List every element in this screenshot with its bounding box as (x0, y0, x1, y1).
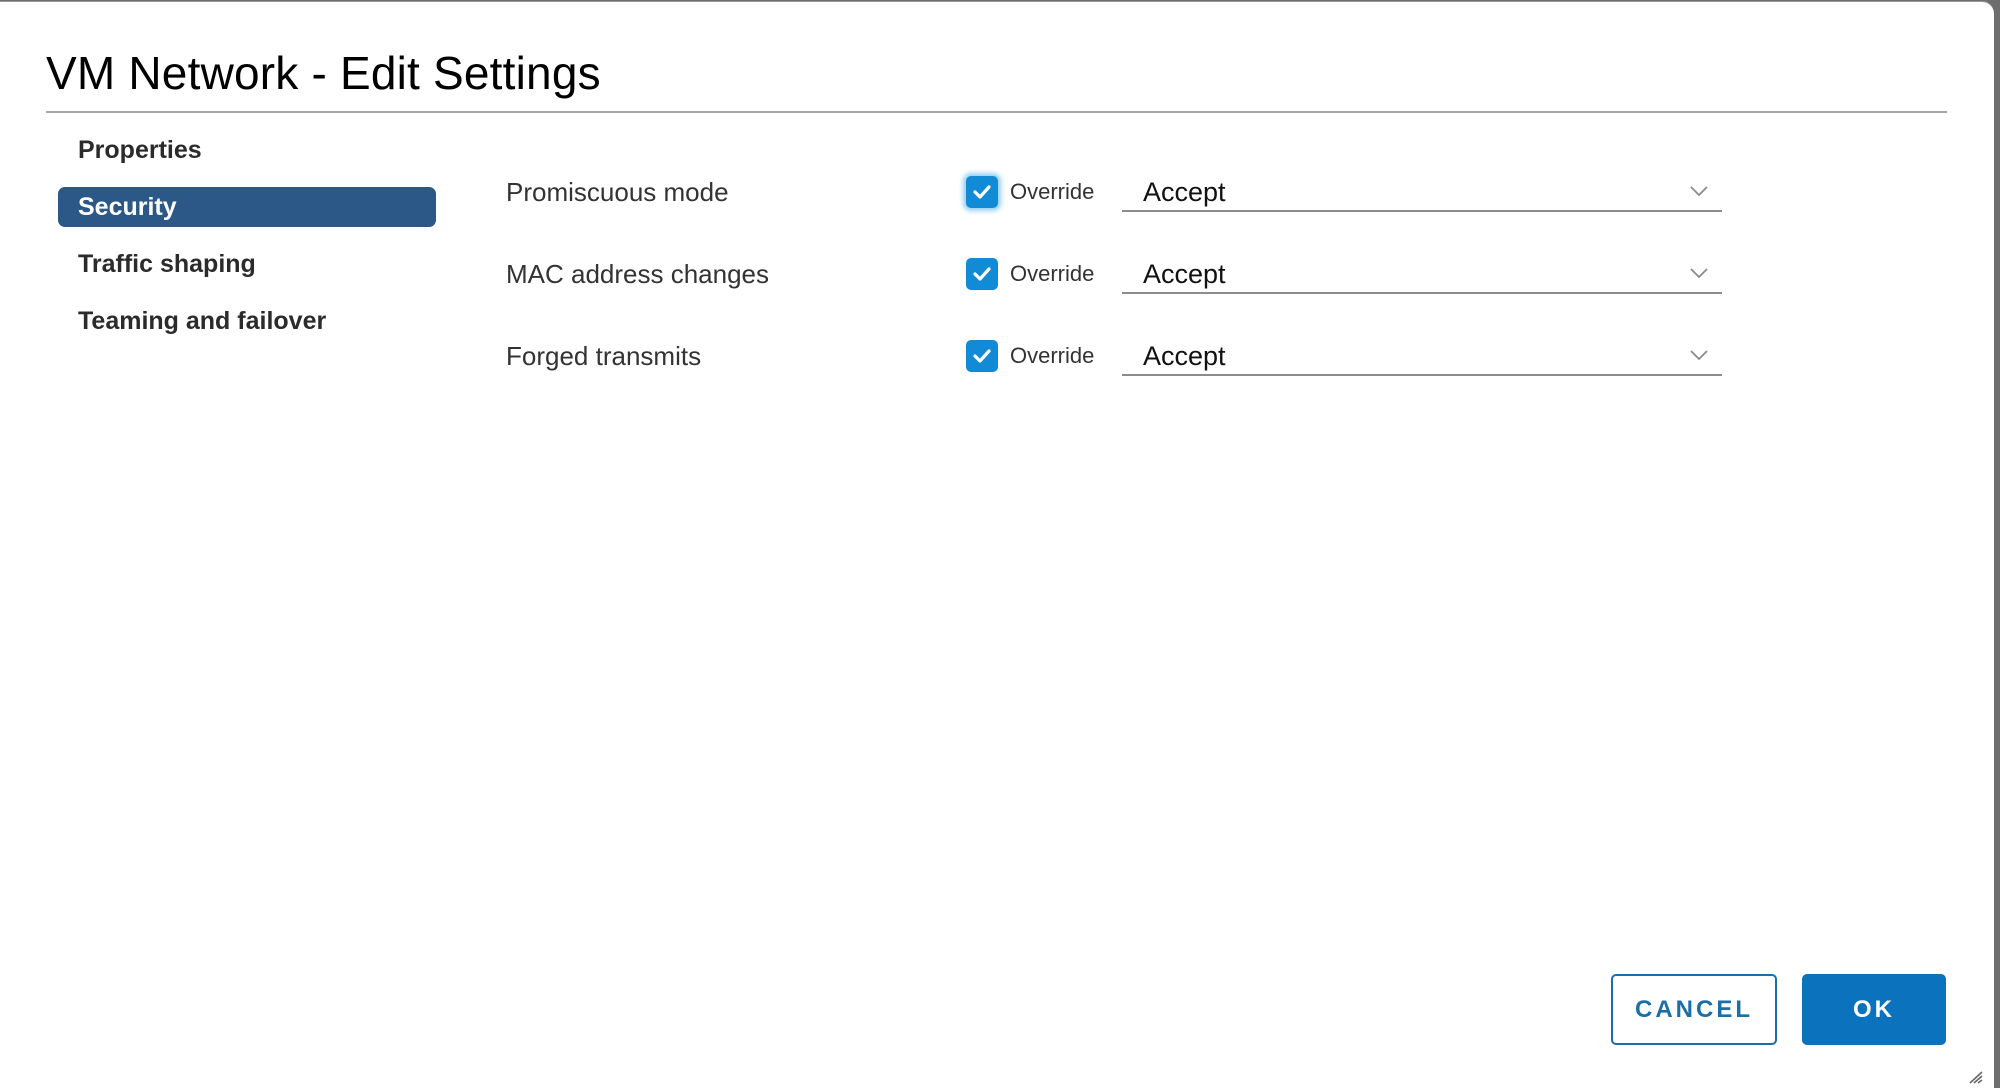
ok-button[interactable]: OK (1802, 974, 1946, 1045)
setting-label: Promiscuous mode (506, 177, 729, 207)
select-value: Accept (1143, 259, 1226, 289)
chevron-down-icon (1690, 350, 1708, 361)
policy-select[interactable]: Accept (1122, 254, 1722, 294)
chevron-down-icon (1690, 268, 1708, 279)
setting-label: MAC address changes (506, 259, 770, 289)
checkmark-icon (973, 349, 991, 363)
edit-settings-dialog: VM Network - Edit Settings Properties Se… (0, 2, 1994, 1088)
override-checkbox[interactable] (966, 340, 998, 372)
setting-row-forged-transmits: Forged transmits Override Accept (0, 336, 1800, 376)
policy-select[interactable]: Accept (1122, 336, 1722, 376)
select-value: Accept (1143, 341, 1226, 371)
override-label: Override (1010, 179, 1095, 204)
setting-row-promiscuous-mode: Promiscuous mode Override Accept (0, 172, 1800, 212)
override-checkbox[interactable] (966, 258, 998, 290)
chevron-down-icon (1690, 186, 1708, 197)
override-label: Override (1010, 261, 1095, 286)
resize-grip-icon[interactable] (1968, 1070, 1984, 1084)
cancel-button[interactable]: CANCEL (1611, 974, 1777, 1045)
override-checkbox[interactable] (966, 176, 998, 208)
nav-item-properties[interactable]: Properties (58, 130, 436, 170)
title-divider (46, 111, 1947, 113)
override-label: Override (1010, 343, 1095, 368)
setting-label: Forged transmits (506, 341, 702, 371)
policy-select[interactable]: Accept (1122, 172, 1722, 212)
nav-item-teaming-and-failover[interactable]: Teaming and failover (58, 301, 436, 341)
select-value: Accept (1143, 177, 1226, 207)
settings-nav: Properties Security Traffic shaping Team… (58, 130, 436, 358)
checkmark-icon (973, 185, 991, 199)
checkmark-icon (973, 267, 991, 281)
dialog-title: VM Network - Edit Settings (46, 47, 601, 99)
setting-row-mac-address-changes: MAC address changes Override Accept (0, 254, 1800, 294)
